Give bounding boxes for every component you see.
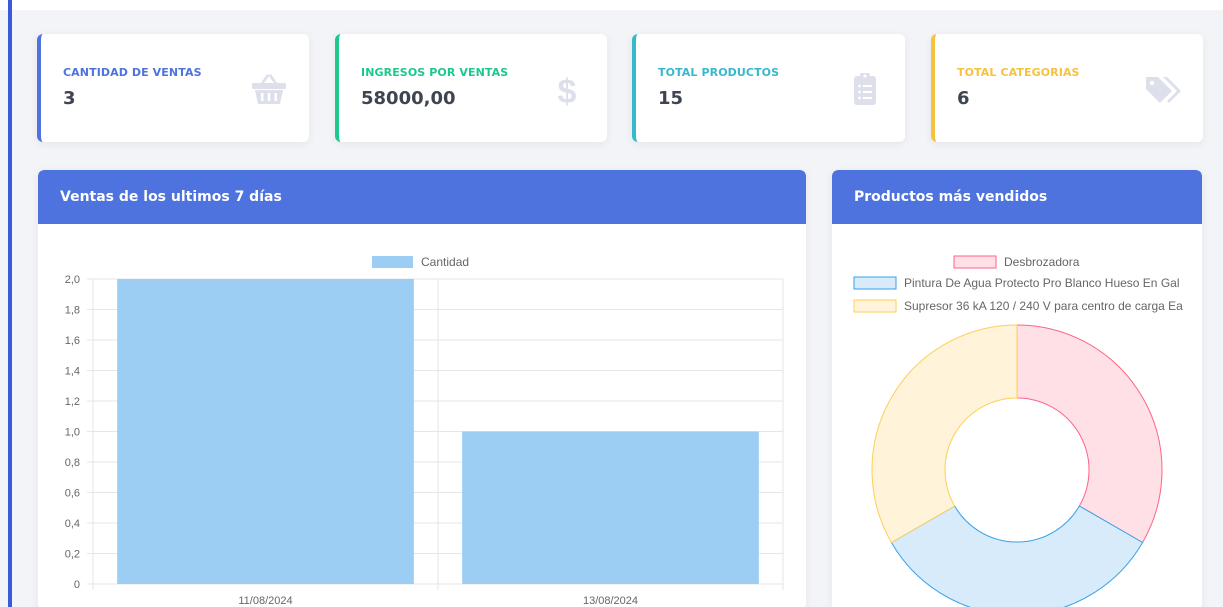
card-label: CANTIDAD DE VENTAS <box>63 66 202 79</box>
top-strip <box>0 0 1223 10</box>
card-sales-count: CANTIDAD DE VENTAS 3 <box>37 34 309 142</box>
panel-title: Productos más vendidos <box>832 170 1202 224</box>
legend-swatch <box>372 256 413 268</box>
legend-item: Supresor 36 kA 120 / 240 V para centro d… <box>853 299 1183 313</box>
y-tick-label: 0,2 <box>65 549 80 561</box>
y-tick-label: 0,4 <box>65 518 80 530</box>
y-tick-label: 0 <box>74 579 80 591</box>
legend-swatch <box>953 255 997 269</box>
chart-legend: Cantidad <box>372 255 469 269</box>
card-value: 3 <box>63 88 76 109</box>
x-tick-label: 13/08/2024 <box>583 595 638 607</box>
bar <box>117 279 414 584</box>
card-total-categories: TOTAL CATEGORIAS 6 <box>931 34 1203 142</box>
y-tick-label: 0,8 <box>65 457 80 469</box>
panel-top-products: Productos más vendidos Desbrozadora Pintu… <box>832 170 1202 607</box>
y-tick-label: 2,0 <box>65 274 80 286</box>
card-value: 6 <box>957 88 970 109</box>
y-tick-label: 1,4 <box>65 366 80 378</box>
card-label: TOTAL CATEGORIAS <box>957 66 1080 79</box>
basket-icon <box>252 74 286 104</box>
card-value: 15 <box>658 88 684 109</box>
doughnut-chart: Desbrozadora Pintura De Agua Protecto Pro… <box>853 255 1183 607</box>
legend-item: Pintura De Agua Protecto Pro Blanco Hues… <box>853 276 1180 290</box>
legend-swatch <box>853 299 897 313</box>
legend-swatch <box>853 276 897 290</box>
y-tick-label: 1,8 <box>65 305 80 317</box>
sidebar-edge <box>8 0 12 607</box>
clipboard-list-icon <box>854 73 876 105</box>
bar-chart: Cantidad 0 0,2 0,4 0,6 0,8 1,0 1,2 1,4 1,6 1,8 2,0 1… <box>65 255 784 607</box>
panel-sales-last-7-days: Ventas de los ultimos 7 días Cantidad 0 0,… <box>38 170 806 607</box>
legend-label: Desbrozadora <box>1004 255 1080 269</box>
card-total-products: TOTAL PRODUCTOS 15 <box>632 34 905 142</box>
y-tick-label: 1,6 <box>65 335 80 347</box>
card-sales-income: INGRESOS POR VENTAS 58000,00 $ <box>335 34 607 142</box>
y-tick-label: 1,0 <box>65 427 80 439</box>
legend-label: Pintura De Agua Protecto Pro Blanco Hues… <box>904 276 1180 290</box>
legend-label: Supresor 36 kA 120 / 240 V para centro d… <box>904 299 1183 313</box>
legend-label: Cantidad <box>421 255 469 269</box>
card-label: TOTAL PRODUCTOS <box>658 66 780 79</box>
bar <box>462 431 759 584</box>
x-tick-label: 11/08/2024 <box>238 595 292 607</box>
dollar-icon: $ <box>558 73 577 109</box>
svg-text:$: $ <box>558 73 577 109</box>
panel-title: Ventas de los ultimos 7 días <box>38 170 806 224</box>
tags-icon <box>1146 77 1181 103</box>
doughnut-slice <box>871 324 1018 544</box>
card-label: INGRESOS POR VENTAS <box>361 66 509 79</box>
card-value: 58000,00 <box>361 88 456 109</box>
y-tick-label: 1,2 <box>65 396 80 408</box>
legend-item: Desbrozadora <box>953 255 1080 269</box>
doughnut-slice <box>1016 324 1163 544</box>
y-tick-label: 0,6 <box>65 488 80 500</box>
